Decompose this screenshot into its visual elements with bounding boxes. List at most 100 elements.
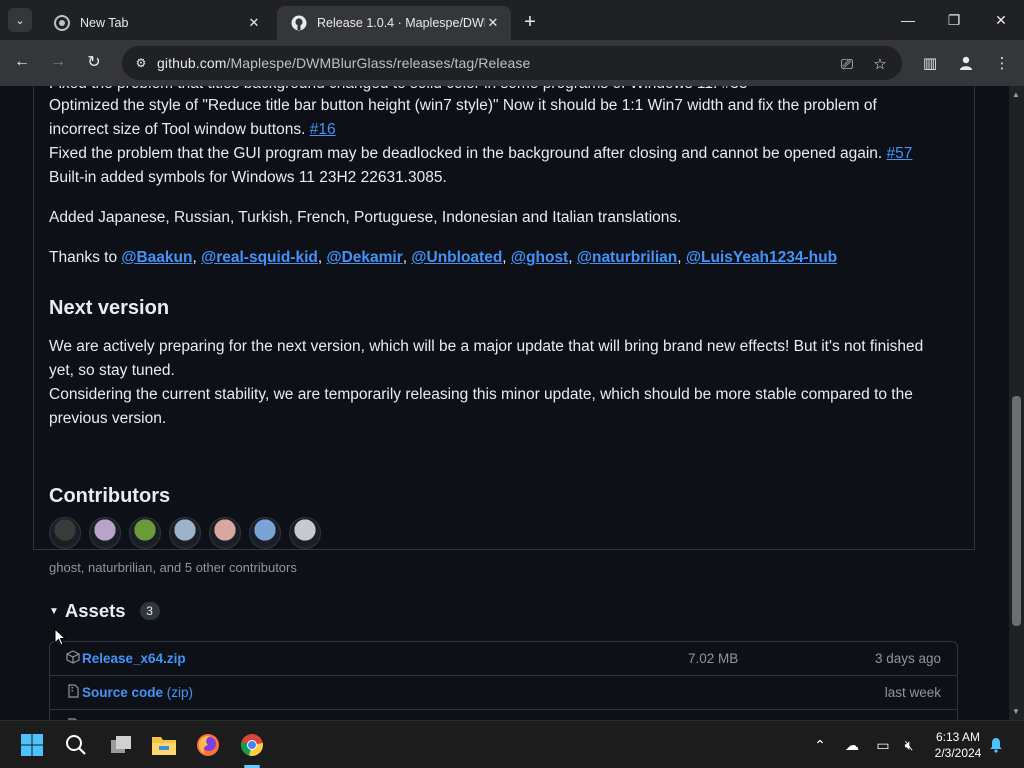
cloud-offline-icon[interactable]: ☁ xyxy=(842,735,862,755)
file-zip-icon xyxy=(66,684,82,700)
avatar[interactable] xyxy=(209,517,241,549)
close-icon: ✕ xyxy=(995,11,1007,28)
release-note-deadlock: Fixed the problem that the GUI program m… xyxy=(49,145,913,162)
asset-row: Source code (zip) last week xyxy=(50,676,957,710)
tab-strip: ⌄ New Tab ✕ Release 1.0.4 · Maplespe/DWM… xyxy=(0,0,1024,40)
forward-button[interactable]: → xyxy=(44,48,72,76)
restore-button[interactable]: ❐ xyxy=(931,0,977,40)
clock-date: 2/3/2024 xyxy=(934,746,982,760)
arrow-right-icon: → xyxy=(50,53,66,70)
avatar[interactable] xyxy=(89,517,121,549)
menu-kebab-icon[interactable]: ⋮ xyxy=(988,49,1016,77)
mention-unbloated[interactable]: @Unbloated xyxy=(411,249,502,266)
asset-row: Release_x64.zip 7.02 MB 3 days ago xyxy=(50,642,957,676)
release-note-tool-window: incorrect size of Tool window buttons. #… xyxy=(49,121,336,138)
release-note-symbols: Built-in added symbols for Windows 11 23… xyxy=(49,169,447,186)
contributors-heading: Contributors xyxy=(49,485,171,507)
package-icon xyxy=(66,650,82,666)
asset-size: 7.02 MB xyxy=(688,651,739,666)
assets-toggle[interactable]: ▼ Assets 3 xyxy=(49,600,160,622)
browser-toolbar: ← → ↻ ⚙ github.com/Maplespe/DWMBlurGlass… xyxy=(0,40,1024,86)
scroll-down-icon[interactable]: ▼ xyxy=(1012,707,1020,716)
address-bar[interactable]: ⚙ github.com/Maplespe/DWMBlurGlass/relea… xyxy=(122,46,902,80)
windows-taskbar: ⌃ ☁ ▭ 🔇︎ 6:13 AM 2/3/2024 xyxy=(0,720,1024,768)
tab-release[interactable]: Release 1.0.4 · Maplespe/DWMBlurGlass ✕ xyxy=(277,6,511,40)
mention-naturbrilian[interactable]: @naturbrilian xyxy=(577,249,677,266)
tab-search-button[interactable]: ⌄ xyxy=(8,8,32,32)
minimize-icon: — xyxy=(901,12,915,28)
mention-ghost[interactable]: @ghost xyxy=(511,249,568,266)
contributor-avatars xyxy=(49,517,321,549)
sound-muted-icon[interactable]: 🔇︎ xyxy=(899,735,919,755)
close-icon[interactable]: ✕ xyxy=(485,15,501,31)
next-version-line-2: yet, so stay tuned. xyxy=(49,362,175,379)
page-viewport: Fixed the problem that titles background… xyxy=(0,86,1009,720)
mention-real-squid-kid[interactable]: @real-squid-kid xyxy=(201,249,318,266)
assets-heading: Assets xyxy=(64,600,126,621)
avatar[interactable] xyxy=(249,517,281,549)
avatar[interactable] xyxy=(169,517,201,549)
profile-icon[interactable] xyxy=(952,49,980,77)
asset-date: last week xyxy=(884,685,941,700)
site-info-icon[interactable]: ⚙ xyxy=(132,54,150,72)
tab-new-tab[interactable]: New Tab ✕ xyxy=(40,6,272,40)
side-panel-icon[interactable]: ▥ xyxy=(916,49,944,77)
scroll-thumb[interactable] xyxy=(1012,396,1021,626)
firefox-icon[interactable] xyxy=(192,729,224,761)
file-explorer-icon[interactable] xyxy=(148,729,180,761)
close-window-button[interactable]: ✕ xyxy=(978,0,1024,40)
mention-dekamir[interactable]: @Dekamir xyxy=(326,249,402,266)
display-icon[interactable]: ▭ xyxy=(873,735,893,755)
clock-time: 6:13 AM xyxy=(935,730,981,744)
contributors-summary: ghost, naturbrilian, and 5 other contrib… xyxy=(49,560,297,575)
start-icon[interactable] xyxy=(16,729,48,761)
mouse-cursor-icon xyxy=(54,627,67,651)
tab-title: Release 1.0.4 · Maplespe/DWMBlurGlass xyxy=(317,16,485,30)
avatar[interactable] xyxy=(129,517,161,549)
chevron-down-icon: ⌄ xyxy=(15,14,25,27)
search-icon[interactable] xyxy=(60,729,92,761)
release-note-optimized: Optimized the style of "Reduce title bar… xyxy=(49,97,877,114)
avatar[interactable] xyxy=(289,517,321,549)
next-version-line-4: previous version. xyxy=(49,410,167,427)
issue-link-16[interactable]: #16 xyxy=(310,121,336,138)
issue-link-57[interactable]: #57 xyxy=(887,145,913,162)
asset-row xyxy=(50,710,957,720)
assets-list: Release_x64.zip 7.02 MB 3 days ago Sourc… xyxy=(49,641,958,720)
chrome-icon xyxy=(54,15,70,31)
asset-link-release-x64[interactable]: Release_x64.zip xyxy=(82,651,186,666)
mention-baakun[interactable]: @Baakun xyxy=(121,249,192,266)
task-view-icon[interactable] xyxy=(105,729,137,761)
url-text: github.com/Maplespe/DWMBlurGlass/release… xyxy=(157,55,531,71)
reload-icon: ↻ xyxy=(87,54,101,71)
thanks-line: Thanks to @Baakun, @real-squid-kid, @Dek… xyxy=(49,249,838,266)
caret-down-icon: ▼ xyxy=(49,605,59,617)
page-scrollbar[interactable]: ▲ ▼ xyxy=(1009,86,1024,720)
github-icon xyxy=(291,15,307,31)
bookmark-star-icon[interactable]: ☆ xyxy=(870,54,890,74)
asset-link-source-zip[interactable]: Source code (zip) xyxy=(82,685,193,700)
assets-count-badge: 3 xyxy=(139,602,160,620)
chrome-icon[interactable] xyxy=(236,729,268,761)
restore-icon: ❐ xyxy=(947,11,961,28)
tab-title: New Tab xyxy=(80,16,129,30)
minimize-button[interactable]: — xyxy=(885,0,931,40)
asset-date: 3 days ago xyxy=(874,651,941,666)
chevron-up-icon[interactable]: ⌃ xyxy=(810,735,830,755)
scroll-up-icon[interactable]: ▲ xyxy=(1012,90,1020,99)
avatar[interactable] xyxy=(49,517,81,549)
plus-icon: + xyxy=(524,10,536,33)
close-icon[interactable]: ✕ xyxy=(246,15,262,31)
next-version-line-1: We are actively preparing for the next v… xyxy=(49,338,924,355)
release-note-translations: Added Japanese, Russian, Turkish, French… xyxy=(49,209,682,226)
taskbar-clock[interactable]: 6:13 AM 2/3/2024 xyxy=(928,729,988,761)
new-tab-button[interactable]: + xyxy=(518,10,542,34)
reload-button[interactable]: ↻ xyxy=(80,48,108,76)
notification-bell-icon[interactable] xyxy=(986,735,1006,755)
back-button[interactable]: ← xyxy=(8,48,36,76)
arrow-left-icon: ← xyxy=(14,53,30,70)
next-version-line-3: Considering the current stability, we ar… xyxy=(49,386,913,403)
install-app-icon[interactable]: ⎚ xyxy=(837,54,857,74)
next-version-heading: Next version xyxy=(49,297,170,319)
mention-luisyeah1234-hub[interactable]: @LuisYeah1234-hub xyxy=(686,249,837,266)
